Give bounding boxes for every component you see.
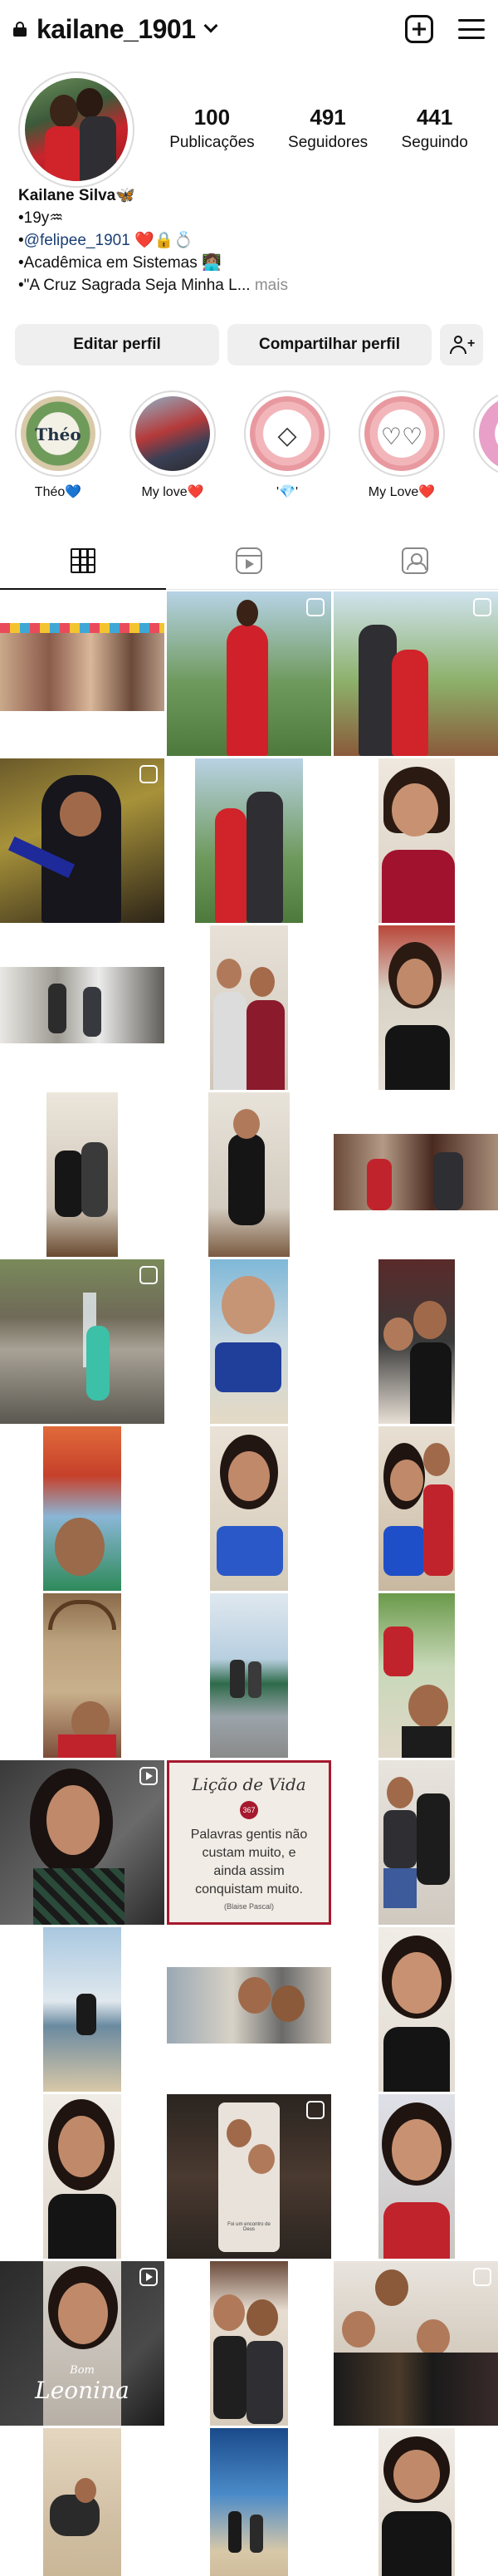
post-thumbnail[interactable] bbox=[167, 1927, 331, 2092]
quote-post-thumbnail[interactable]: Lição de Vida 367 Palavras gentis não cu… bbox=[167, 1760, 331, 1925]
post-thumbnail[interactable] bbox=[167, 1092, 331, 1257]
post-thumbnail[interactable]: Foi um encontro de Deus bbox=[167, 2094, 331, 2259]
post-thumbnail[interactable] bbox=[334, 1593, 498, 1758]
profile-bio: Kailane Silva🦋 •19y♒ •@felipee_1901 ❤️🔒💍… bbox=[18, 184, 288, 297]
story-highlights: Théo Théo💙 My love❤️ ◇ '💎' ♡♡ My Love❤️ … bbox=[0, 390, 498, 507]
post-thumbnail[interactable] bbox=[334, 2094, 498, 2259]
post-thumbnail[interactable] bbox=[167, 1259, 331, 1424]
lock-icon bbox=[13, 22, 27, 37]
menu-icon[interactable] bbox=[458, 19, 485, 39]
highlight-diamond[interactable]: ◇ '💎' bbox=[239, 390, 335, 500]
highlight-partial[interactable]: N bbox=[468, 390, 498, 498]
post-thumbnail[interactable] bbox=[0, 1259, 164, 1424]
bio-line-partner: •@felipee_1901 ❤️🔒💍 bbox=[18, 232, 194, 249]
profile-name: Kailane Silva🦋 bbox=[18, 187, 135, 204]
post-thumbnail[interactable] bbox=[334, 591, 498, 756]
chevron-down-icon[interactable] bbox=[203, 18, 217, 33]
post-thumbnail[interactable] bbox=[167, 758, 331, 923]
highlight-my-love-2[interactable]: ♡♡ My Love❤️ bbox=[354, 390, 450, 500]
post-thumbnail[interactable] bbox=[334, 1259, 498, 1424]
post-thumbnail[interactable] bbox=[0, 925, 164, 1090]
post-thumbnail[interactable]: Bom Leonina bbox=[0, 2261, 164, 2426]
bio-line-age: •19y♒ bbox=[18, 209, 64, 227]
post-thumbnail[interactable] bbox=[0, 591, 164, 756]
share-profile-button[interactable]: Compartilhar perfil bbox=[227, 324, 432, 366]
post-thumbnail[interactable] bbox=[167, 591, 331, 756]
post-thumbnail[interactable] bbox=[167, 1593, 331, 1758]
post-thumbnail[interactable] bbox=[0, 1593, 164, 1758]
add-user-icon[interactable]: + bbox=[440, 324, 483, 366]
partner-mention-link[interactable]: @felipee_1901 bbox=[24, 232, 130, 249]
following-count[interactable]: 441 Seguindo bbox=[402, 105, 468, 152]
post-thumbnail[interactable] bbox=[334, 2428, 498, 2576]
posts-count[interactable]: 100 Publicações bbox=[169, 105, 254, 152]
post-thumbnail[interactable] bbox=[167, 2428, 331, 2576]
bio-more-link[interactable]: mais bbox=[255, 277, 288, 294]
post-thumbnail[interactable] bbox=[0, 1426, 164, 1591]
profile-avatar[interactable] bbox=[18, 71, 134, 188]
tab-posts-grid[interactable] bbox=[0, 532, 166, 590]
profile-tabs bbox=[0, 532, 498, 590]
post-thumbnail[interactable] bbox=[334, 2261, 498, 2426]
tab-tagged[interactable] bbox=[332, 532, 498, 589]
followers-count[interactable]: 491 Seguidores bbox=[288, 105, 368, 152]
edit-profile-button[interactable]: Editar perfil bbox=[15, 324, 219, 366]
post-thumbnail[interactable] bbox=[334, 925, 498, 1090]
post-thumbnail[interactable] bbox=[334, 1760, 498, 1925]
tagged-icon bbox=[402, 547, 428, 574]
account-username[interactable]: kailane_1901 bbox=[37, 14, 196, 45]
post-thumbnail[interactable] bbox=[167, 1426, 331, 1591]
post-thumbnail[interactable] bbox=[0, 758, 164, 923]
grid-icon bbox=[71, 547, 95, 573]
bio-line-quote: •"A Cruz Sagrada Seja Minha L... mais bbox=[18, 277, 288, 294]
post-thumbnail[interactable] bbox=[334, 758, 498, 923]
post-thumbnail[interactable] bbox=[0, 2094, 164, 2259]
tab-reels[interactable] bbox=[166, 532, 332, 589]
profile-stats: 100 Publicações 491 Seguidores 441 Segui… bbox=[153, 105, 485, 152]
script-caption: Bom Leonina bbox=[35, 2364, 129, 2404]
post-thumbnail[interactable] bbox=[334, 1927, 498, 2092]
post-thumbnail[interactable] bbox=[0, 1092, 164, 1257]
highlight-my-love[interactable]: My love❤️ bbox=[124, 390, 221, 500]
create-post-icon[interactable] bbox=[405, 15, 433, 43]
post-thumbnail[interactable] bbox=[334, 1092, 498, 1257]
reels-icon bbox=[236, 547, 262, 574]
bio-line-studies: •Acadêmica em Sistemas 👩🏽‍💻 bbox=[18, 254, 222, 272]
post-thumbnail[interactable] bbox=[0, 1760, 164, 1925]
highlight-theo[interactable]: Théo Théo💙 bbox=[10, 390, 106, 500]
post-thumbnail[interactable] bbox=[0, 2428, 164, 2576]
top-bar: kailane_1901 bbox=[0, 0, 498, 58]
post-thumbnail[interactable] bbox=[334, 1426, 498, 1591]
post-thumbnail[interactable] bbox=[0, 1927, 164, 2092]
post-thumbnail[interactable] bbox=[167, 2261, 331, 2426]
post-thumbnail[interactable] bbox=[167, 925, 331, 1090]
